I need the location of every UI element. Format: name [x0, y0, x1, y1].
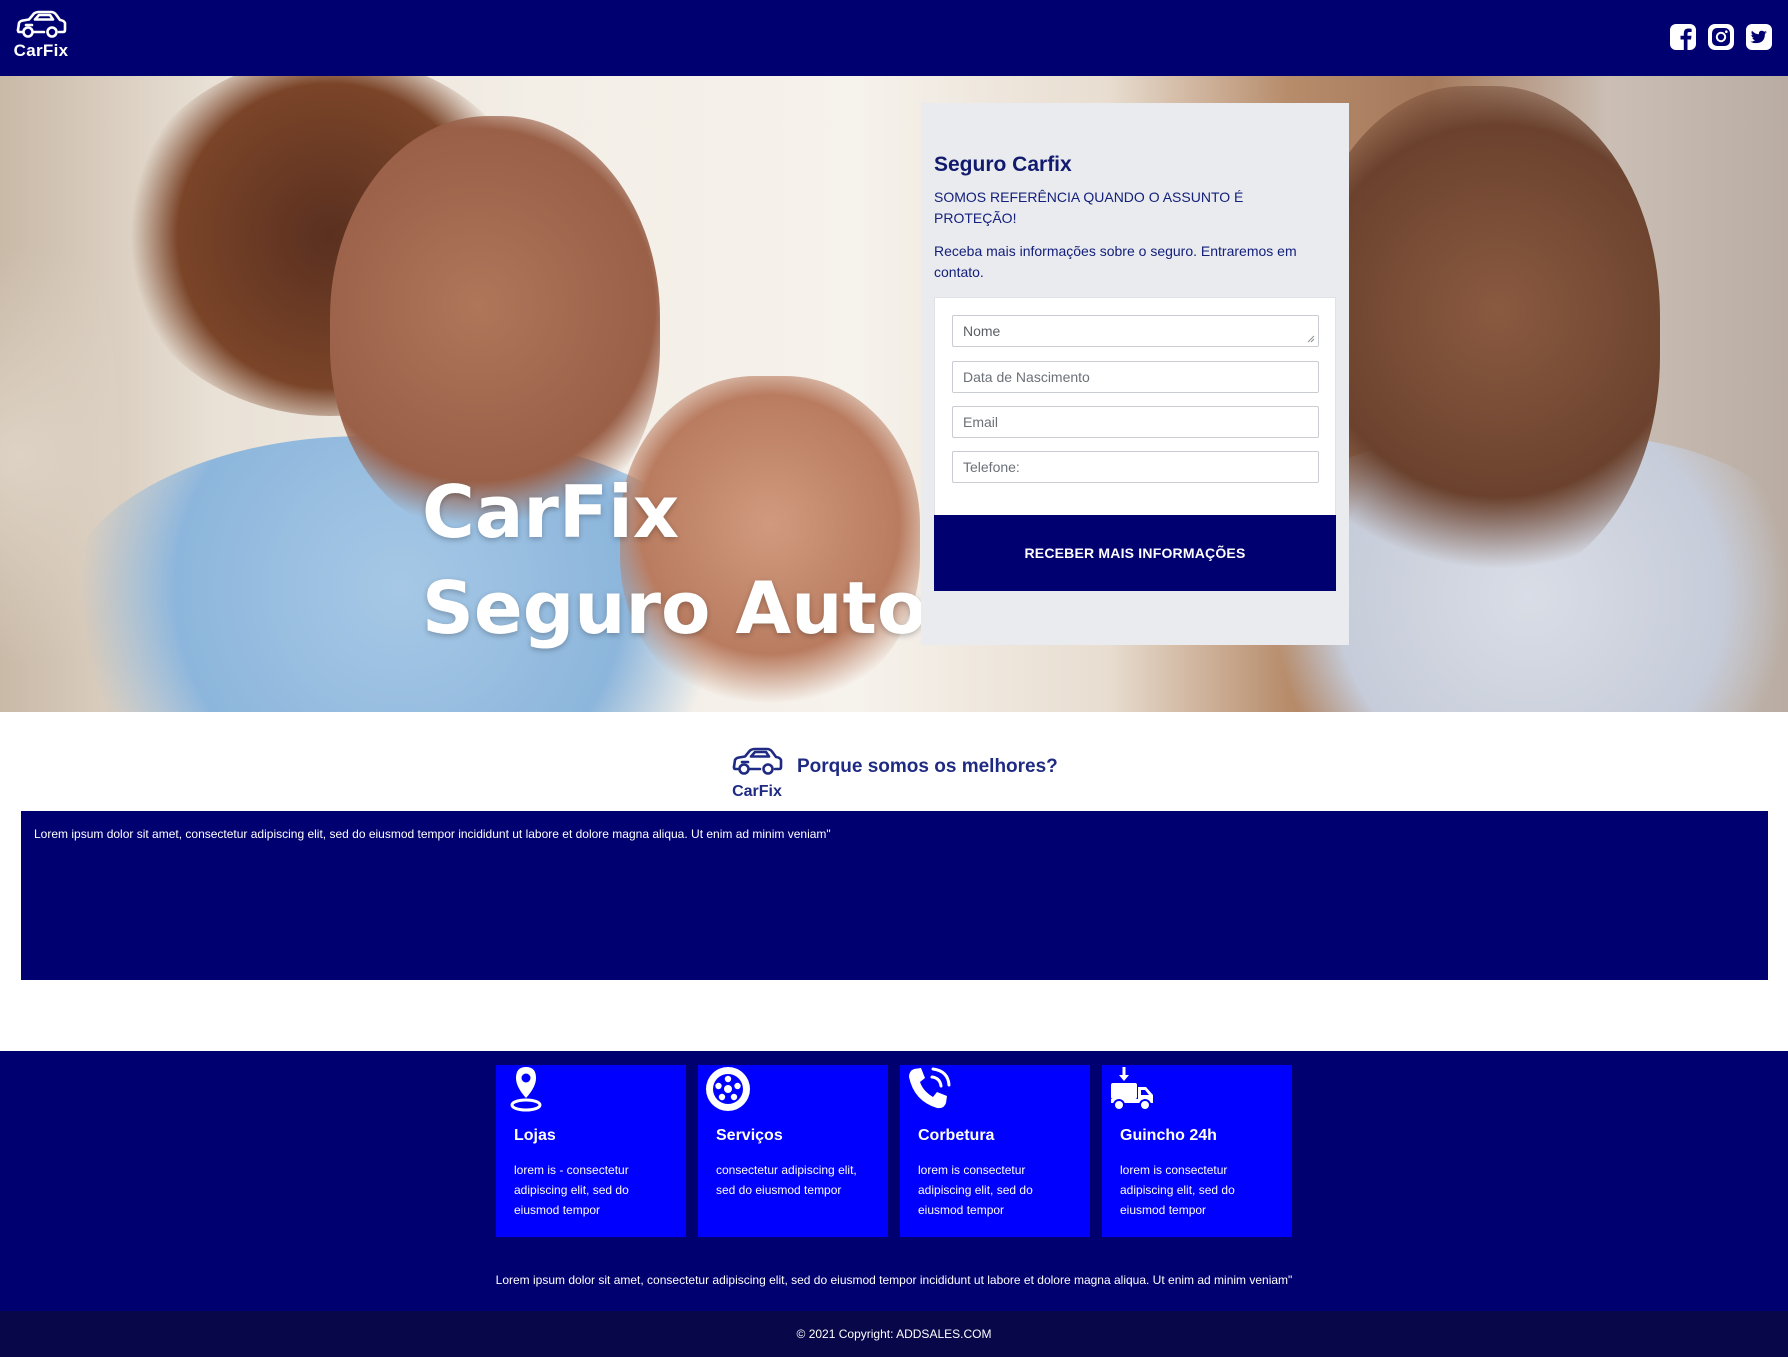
- feature-title: Serviços: [716, 1127, 783, 1144]
- feature-text: lorem is consectetur adipiscing elit, se…: [918, 1163, 1033, 1217]
- feature-title: Lojas: [514, 1127, 556, 1144]
- feature-text: lorem is - consectetur adipiscing elit, …: [514, 1163, 629, 1217]
- features-text: Lorem ipsum dolor sit amet, consectetur …: [495, 1273, 1293, 1287]
- feature-card-corbetura[interactable]: Corbetura lorem is consectetur adipiscin…: [900, 1065, 1090, 1237]
- features-section: Lojas lorem is - consectetur adipiscing …: [0, 1051, 1788, 1311]
- feature-card-guincho[interactable]: Guincho 24h lorem is consectetur adipisc…: [1102, 1065, 1292, 1237]
- form-description: Receba mais informações sobre o seguro. …: [934, 243, 1297, 280]
- twitter-link[interactable]: [1746, 24, 1772, 50]
- location-pin-icon: [510, 1067, 542, 1112]
- why-text: Lorem ipsum dolor sit amet, consectetur …: [34, 827, 831, 841]
- name-field[interactable]: Nome: [952, 315, 1319, 347]
- why-logo-text: CarFix: [732, 782, 782, 800]
- twitter-icon: [1746, 24, 1772, 50]
- feature-text: lorem is consectetur adipiscing elit, se…: [1120, 1163, 1235, 1217]
- social-links: [1670, 24, 1772, 50]
- tow-truck-icon: [1111, 1067, 1153, 1111]
- why-logo: CarFix: [729, 747, 785, 800]
- hero-title-line-1: CarFix: [422, 470, 680, 554]
- form-fields-box: Nome: [934, 297, 1336, 517]
- birth-date-field[interactable]: [952, 361, 1319, 393]
- feature-text: consectetur adipiscing elit, sed do eius…: [716, 1163, 857, 1197]
- feature-card-lojas[interactable]: Lojas lorem is - consectetur adipiscing …: [496, 1065, 686, 1237]
- hero-photo-man-head: [1300, 86, 1660, 586]
- form-subtitle: SOMOS REFERÊNCIA QUANDO O ASSUNTO É PROT…: [934, 189, 1244, 226]
- hero-title-line-2: Seguro Auto: [422, 566, 927, 650]
- resize-grip-icon[interactable]: [1307, 335, 1315, 343]
- why-section-header: CarFix Porque somos os melhores?: [729, 744, 1058, 802]
- feature-title: Guincho 24h: [1120, 1127, 1217, 1144]
- email-field[interactable]: [952, 406, 1319, 438]
- footer: © 2021 Copyright: ADDSALES.COM: [0, 1311, 1788, 1357]
- feature-card-servicos[interactable]: Serviços consectetur adipiscing elit, se…: [698, 1065, 888, 1237]
- wheel-icon: [706, 1067, 750, 1111]
- feature-title: Corbetura: [918, 1127, 995, 1144]
- lead-form-card: Seguro Carfix SOMOS REFERÊNCIA QUANDO O …: [921, 103, 1349, 645]
- facebook-icon: [1670, 24, 1696, 50]
- instagram-link[interactable]: [1708, 24, 1734, 50]
- form-title: Seguro Carfix: [934, 153, 1072, 176]
- submit-button[interactable]: RECEBER MAIS INFORMAÇÕES: [934, 515, 1336, 591]
- name-field-placeholder: Nome: [963, 323, 1001, 339]
- top-navbar: CarFix: [0, 0, 1788, 76]
- why-text-box: Lorem ipsum dolor sit amet, consectetur …: [21, 811, 1768, 980]
- why-section-title: Porque somos os melhores?: [797, 756, 1058, 777]
- car-logo-icon: [16, 10, 67, 38]
- brand-logo-text: CarFix: [13, 41, 69, 60]
- phone-icon: [909, 1067, 951, 1109]
- car-logo-icon: [732, 747, 783, 775]
- hero-title: CarFix Seguro Auto: [422, 464, 926, 656]
- brand-logo[interactable]: CarFix: [12, 10, 70, 66]
- footer-copyright: © 2021 Copyright: ADDSALES.COM: [796, 1327, 992, 1341]
- hero-banner: CarFix Seguro Auto: [0, 76, 1788, 712]
- instagram-icon: [1708, 24, 1734, 50]
- phone-field[interactable]: [952, 451, 1319, 483]
- facebook-link[interactable]: [1670, 24, 1696, 50]
